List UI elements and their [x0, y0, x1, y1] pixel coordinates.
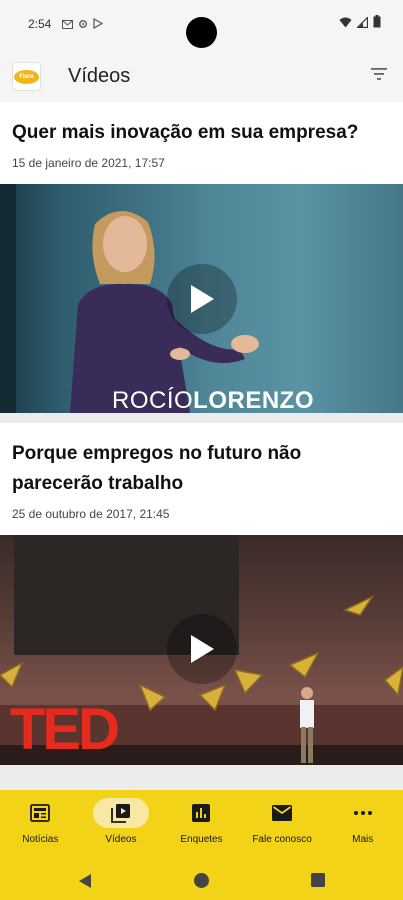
video-date: 25 de outubro de 2017, 21:45	[12, 507, 170, 521]
more-dots-icon[interactable]	[351, 801, 375, 825]
back-triangle-icon[interactable]	[78, 873, 92, 889]
recents-button[interactable]	[311, 873, 325, 892]
thumbnail-caption: ROCÍOLORENZO	[112, 387, 314, 413]
page-title: Vídeos	[68, 65, 131, 87]
video-date: 15 de janeiro de 2021, 17:57	[12, 156, 165, 170]
ted-logo: TED	[10, 697, 120, 762]
filter-button[interactable]	[369, 66, 389, 86]
camera-cutout	[186, 17, 217, 48]
status-time: 2:54	[28, 17, 52, 31]
recents-square-icon[interactable]	[311, 873, 325, 887]
back-button[interactable]	[78, 873, 92, 894]
video-title[interactable]: Porque empregos no futuro não parecerão …	[0, 423, 403, 499]
video-card[interactable]: Porque empregos no futuro não parecerão …	[0, 423, 403, 765]
nav-label[interactable]: Vídeos	[105, 834, 136, 845]
nav-label[interactable]: Fale conosco	[252, 834, 311, 845]
nav-label[interactable]: Enquetes	[180, 834, 222, 845]
nav-label[interactable]: Notícias	[22, 834, 58, 845]
nav-item-noticias[interactable]: Notícias	[0, 790, 81, 862]
home-button[interactable]	[193, 872, 210, 894]
video-card[interactable]: Quer mais inovação em sua empresa? 15 de…	[0, 102, 403, 413]
mail-icon[interactable]	[270, 801, 294, 825]
play-button[interactable]	[167, 264, 237, 334]
newspaper-icon[interactable]	[28, 801, 52, 825]
play-icon[interactable]	[189, 634, 215, 664]
play-store-notification-icon	[93, 16, 104, 34]
video-feed[interactable]: Quer mais inovação em sua empresa? 15 de…	[0, 102, 403, 790]
play-icon[interactable]	[189, 284, 215, 314]
video-thumbnail[interactable]: ROCÍOLORENZO	[0, 184, 403, 413]
home-circle-icon[interactable]	[193, 872, 210, 889]
poll-chart-icon[interactable]	[189, 801, 213, 825]
bottom-navigation: Notícias Vídeos Enquetes Fale conosco Ma…	[0, 790, 403, 862]
app-logo: Flare	[12, 62, 41, 91]
app-bar: Flare Vídeos	[0, 50, 403, 102]
video-thumbnail[interactable]: TED	[0, 535, 403, 765]
nav-item-videos[interactable]: Vídeos	[81, 790, 162, 862]
status-bar: 2:54	[0, 0, 403, 50]
settings-notification-icon	[78, 16, 88, 34]
nav-label[interactable]: Mais	[352, 834, 373, 845]
video-title[interactable]: Quer mais inovação em sua empresa?	[0, 102, 403, 148]
video-library-icon[interactable]	[109, 801, 133, 825]
system-navigation-bar	[0, 862, 403, 900]
gmail-notification-icon	[62, 16, 73, 34]
nav-item-enquetes[interactable]: Enquetes	[161, 790, 242, 862]
card-divider	[0, 413, 403, 423]
nav-item-mais[interactable]: Mais	[322, 790, 403, 862]
signal-icon	[356, 15, 369, 33]
filter-icon[interactable]	[371, 67, 387, 85]
play-button[interactable]	[167, 614, 237, 684]
wifi-icon	[339, 15, 352, 33]
battery-icon	[373, 15, 381, 33]
nav-item-fale-conosco[interactable]: Fale conosco	[242, 790, 323, 862]
